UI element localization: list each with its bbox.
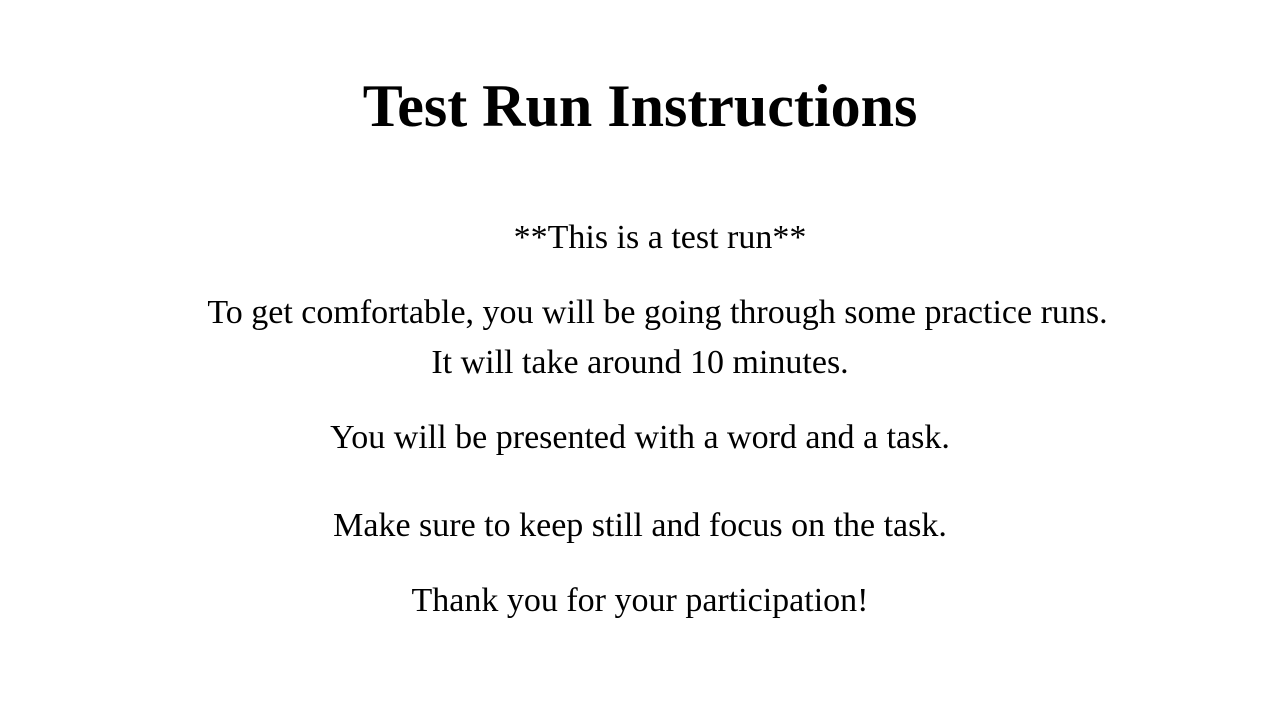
test-run-notice: **This is a test run** <box>513 219 807 256</box>
slide-title: Test Run Instructions <box>362 73 918 139</box>
keep-still-text: Make sure to keep still and focus on the… <box>333 507 947 544</box>
thanks-text: Thank you for your participation! <box>411 582 869 619</box>
practice-runs-text: To get comfortable, you will be going th… <box>207 294 1108 331</box>
task-description-text: You will be presented with a word and a … <box>330 419 950 456</box>
duration-text: It will take around 10 minutes. <box>431 344 849 381</box>
instruction-slide: Test Run Instructions **This is a test r… <box>0 0 1280 720</box>
